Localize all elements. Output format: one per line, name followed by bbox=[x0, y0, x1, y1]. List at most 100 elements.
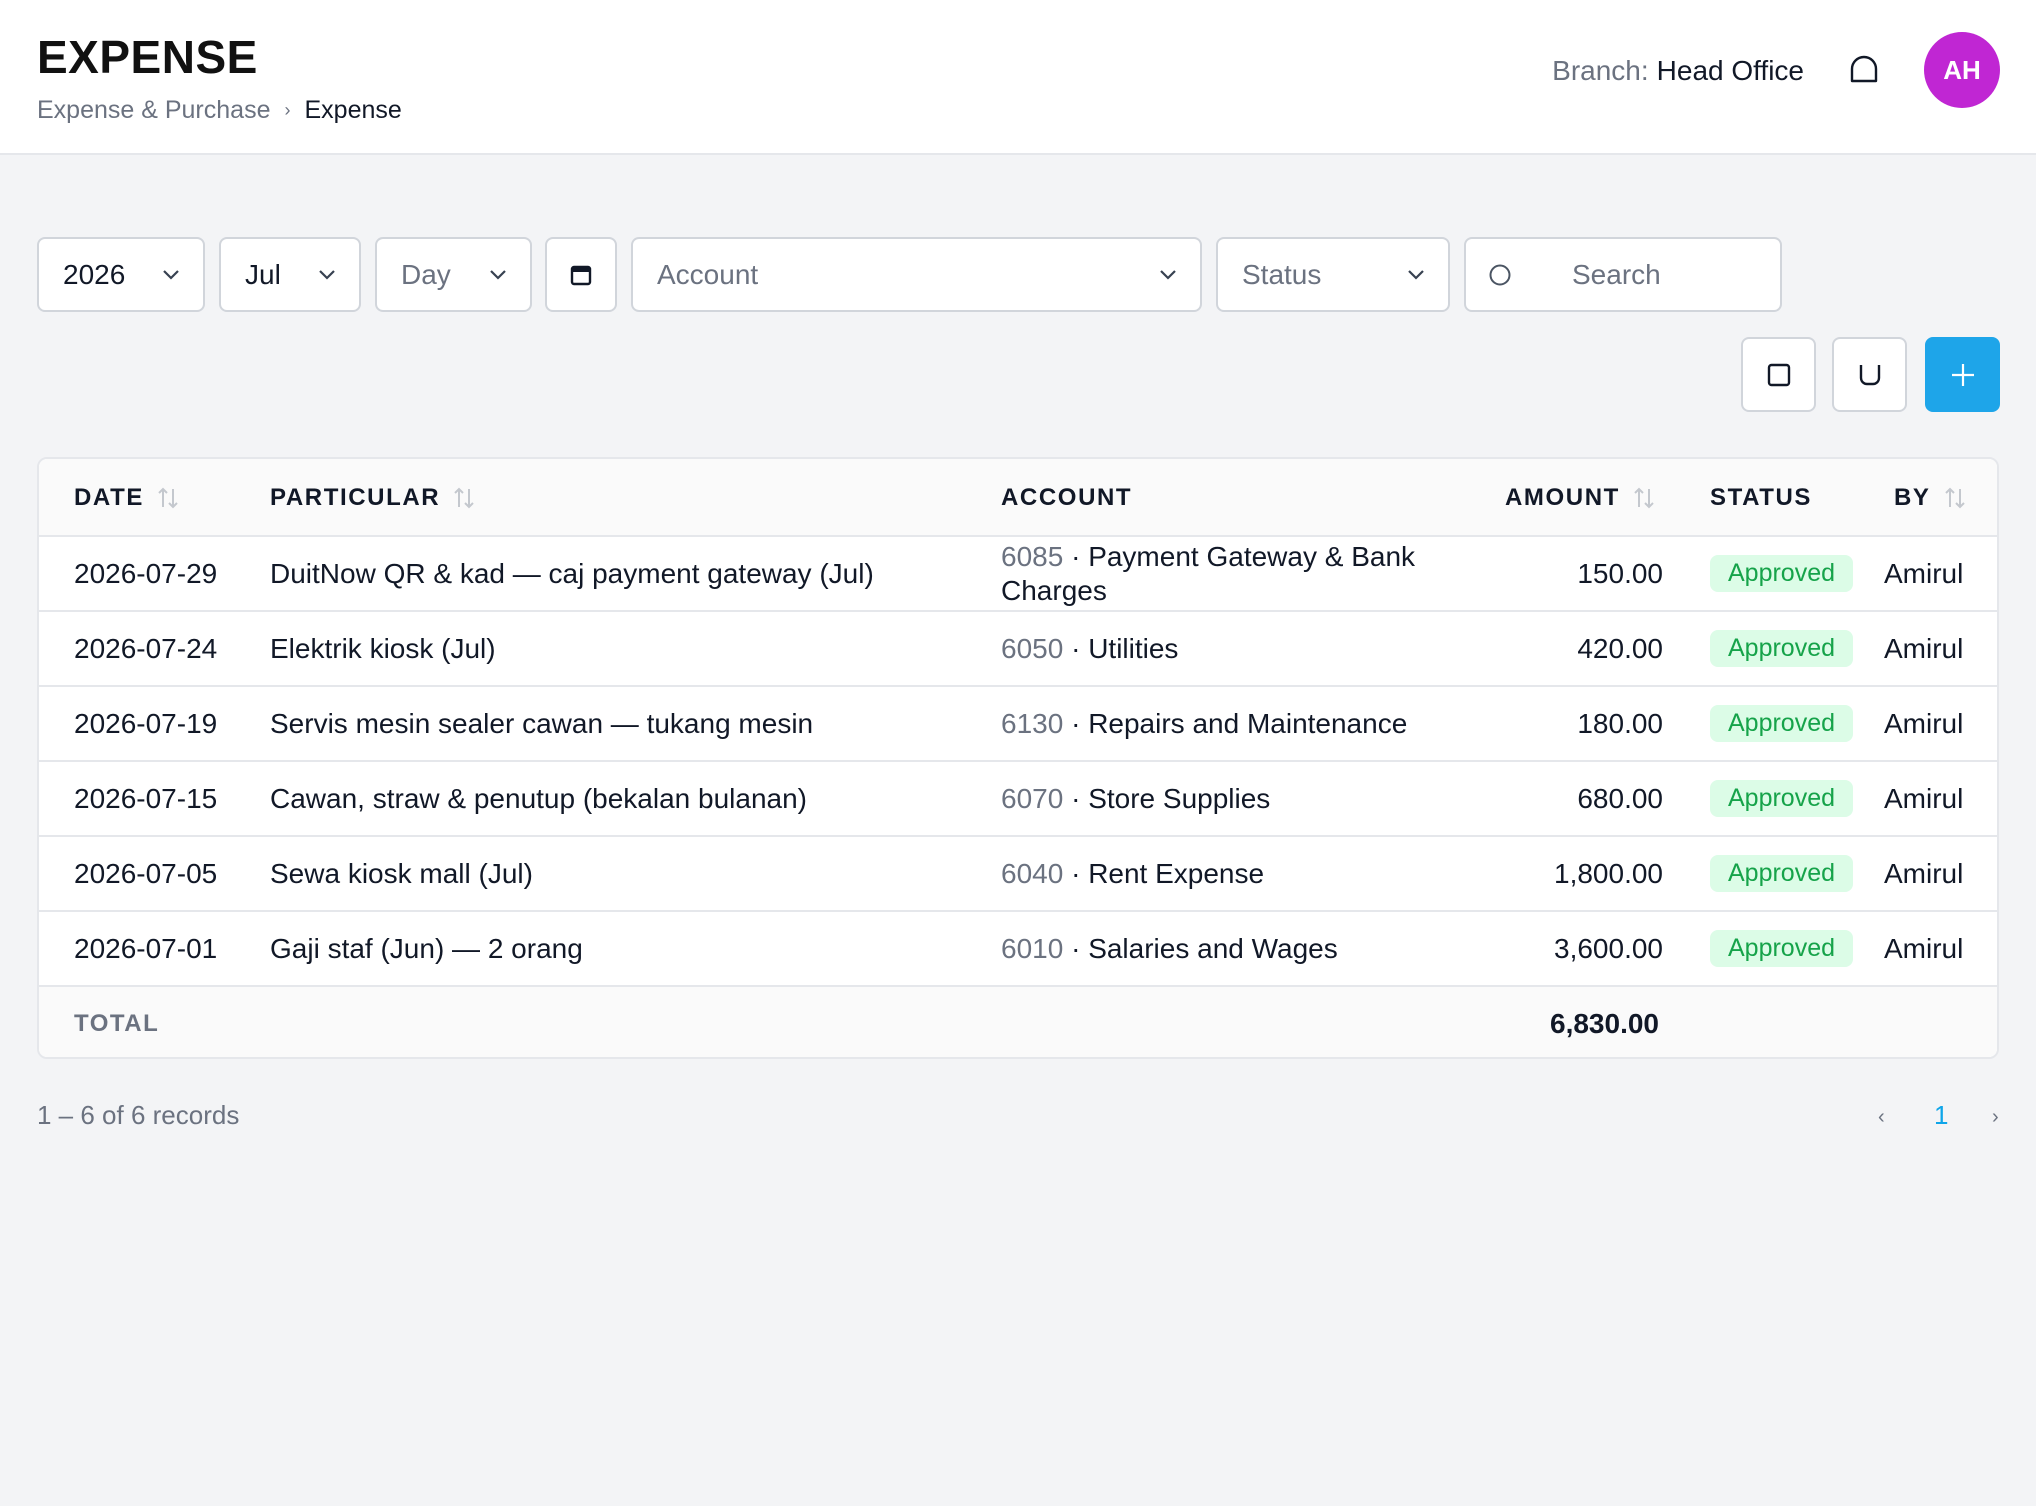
table-row[interactable]: 2026-07-01 Gaji staf (Jun) — 2 orang 601… bbox=[39, 912, 1997, 987]
cell-particular: Servis mesin sealer cawan — tukang mesin bbox=[270, 707, 814, 739]
column-particular[interactable]: PARTICULAR bbox=[270, 459, 476, 537]
cell-amount: 420.00 bbox=[1577, 632, 1663, 664]
sort-icon bbox=[158, 487, 178, 509]
column-date[interactable]: DATE bbox=[74, 459, 180, 537]
page-number-button[interactable]: 1 bbox=[1934, 1100, 1948, 1131]
cell-particular: Gaji staf (Jun) — 2 orang bbox=[270, 932, 583, 964]
chevron-down-icon bbox=[1408, 269, 1424, 280]
records-summary: 1 – 6 of 6 records bbox=[37, 1100, 240, 1130]
column-status-label: STATUS bbox=[1710, 484, 1813, 511]
search-placeholder: Search bbox=[1572, 258, 1661, 290]
search-input[interactable]: Search bbox=[1464, 237, 1782, 312]
status-badge: Approved bbox=[1710, 705, 1854, 742]
sort-icon bbox=[454, 487, 474, 509]
search-icon bbox=[1489, 264, 1511, 285]
column-amount-label: AMOUNT bbox=[1505, 484, 1620, 511]
account-select[interactable]: Account bbox=[631, 237, 1202, 312]
table-row[interactable]: 2026-07-24 Elektrik kiosk (Jul) 6050 · U… bbox=[39, 612, 1997, 687]
table-header: DATE PARTICULAR ACCOUNT AMOUNT STATUS BY bbox=[39, 459, 1997, 537]
column-account: ACCOUNT bbox=[1001, 459, 1132, 537]
cell-account: 6040 · Rent Expense bbox=[1001, 857, 1265, 889]
breadcrumb-current: Expense bbox=[304, 96, 402, 124]
cell-account: 6050 · Utilities bbox=[1001, 632, 1179, 664]
cell-account: 6010 · Salaries and Wages bbox=[1001, 932, 1338, 964]
account-name: Store Supplies bbox=[1088, 782, 1271, 814]
column-status: STATUS bbox=[1710, 459, 1812, 537]
column-account-label: ACCOUNT bbox=[1001, 484, 1133, 511]
table-row[interactable]: 2026-07-29 DuitNow QR & kad — caj paymen… bbox=[39, 537, 1997, 612]
day-placeholder: Day bbox=[401, 258, 451, 290]
cell-date: 2026-07-29 bbox=[74, 557, 218, 589]
status-badge: Approved bbox=[1710, 555, 1854, 592]
year-value: 2026 bbox=[63, 258, 126, 290]
cell-date: 2026-07-05 bbox=[74, 857, 218, 889]
cell-date: 2026-07-01 bbox=[74, 932, 218, 964]
cell-account: 6070 · Store Supplies bbox=[1001, 782, 1271, 814]
chevron-down-icon bbox=[319, 269, 335, 280]
column-by-label: BY bbox=[1894, 484, 1931, 511]
breadcrumb-separator-icon: › bbox=[284, 100, 291, 120]
table-footer: TOTAL 6,830.00 bbox=[39, 987, 1997, 1057]
account-name: Salaries and Wages bbox=[1088, 932, 1338, 964]
account-name: Rent Expense bbox=[1088, 857, 1265, 889]
account-code: 6010 bbox=[1001, 932, 1064, 964]
calendar-button[interactable] bbox=[545, 237, 617, 312]
branch-value: Head Office bbox=[1656, 55, 1804, 86]
branch-label: Branch: bbox=[1552, 55, 1649, 86]
cell-account: 6085 · Payment Gateway & Bank Charges bbox=[1001, 540, 1416, 606]
cell-by: Amirul bbox=[1884, 857, 1964, 889]
square-icon bbox=[1767, 363, 1790, 386]
prev-page-button[interactable]: ‹ bbox=[1878, 1106, 1885, 1129]
table-row[interactable]: 2026-07-15 Cawan, straw & penutup (bekal… bbox=[39, 762, 1997, 837]
cell-date: 2026-07-19 bbox=[74, 707, 218, 739]
cell-amount: 680.00 bbox=[1577, 782, 1663, 814]
table-row[interactable]: 2026-07-19 Servis mesin sealer cawan — t… bbox=[39, 687, 1997, 762]
cell-status: Approved bbox=[1710, 837, 1854, 910]
cell-by: Amirul bbox=[1884, 932, 1964, 964]
status-placeholder: Status bbox=[1242, 258, 1322, 290]
cell-date: 2026-07-15 bbox=[74, 782, 218, 814]
status-badge: Approved bbox=[1710, 855, 1854, 892]
column-particular-label: PARTICULAR bbox=[270, 484, 441, 511]
cell-by: Amirul bbox=[1884, 557, 1964, 589]
cell-amount: 3,600.00 bbox=[1554, 932, 1663, 964]
sort-icon bbox=[1944, 487, 1965, 509]
status-badge: Approved bbox=[1710, 930, 1854, 967]
account-name: Payment Gateway & Bank Charges bbox=[1001, 540, 1416, 606]
sort-icon bbox=[1634, 487, 1654, 509]
year-select[interactable]: 2026 bbox=[37, 237, 205, 312]
column-amount[interactable]: AMOUNT bbox=[1505, 459, 1656, 537]
month-select[interactable]: Jul bbox=[219, 237, 361, 312]
account-placeholder: Account bbox=[657, 258, 759, 290]
next-page-button[interactable]: › bbox=[1992, 1106, 1999, 1129]
chevron-down-icon bbox=[490, 269, 506, 280]
cell-status: Approved bbox=[1710, 762, 1854, 835]
cell-status: Approved bbox=[1710, 912, 1854, 985]
chevron-down-icon bbox=[163, 269, 179, 280]
cell-particular: DuitNow QR & kad — caj payment gateway (… bbox=[270, 557, 874, 589]
avatar[interactable]: AH bbox=[1924, 32, 2000, 108]
cell-particular: Elektrik kiosk (Jul) bbox=[270, 632, 496, 664]
bell-icon[interactable] bbox=[1846, 52, 1882, 88]
branch-selector[interactable]: Branch: Head Office bbox=[1552, 55, 1804, 87]
account-code: 6050 bbox=[1001, 632, 1064, 664]
cell-status: Approved bbox=[1710, 612, 1854, 685]
status-badge: Approved bbox=[1710, 780, 1854, 817]
column-by[interactable]: BY bbox=[1894, 459, 1967, 537]
import-button[interactable] bbox=[1832, 337, 1907, 412]
account-code: 6130 bbox=[1001, 707, 1064, 739]
breadcrumb-parent[interactable]: Expense & Purchase bbox=[37, 96, 270, 125]
day-select[interactable]: Day bbox=[375, 237, 532, 312]
total-value: 6,830.00 bbox=[1550, 1008, 1659, 1039]
expense-table: DATE PARTICULAR ACCOUNT AMOUNT STATUS BY… bbox=[37, 457, 1999, 1059]
table-row[interactable]: 2026-07-05 Sewa kiosk mall (Jul) 6040 · … bbox=[39, 837, 1997, 912]
cell-status: Approved bbox=[1710, 537, 1854, 610]
cell-amount: 180.00 bbox=[1577, 707, 1663, 739]
breadcrumb: Expense & Purchase › Expense bbox=[37, 96, 402, 125]
cell-account: 6130 · Repairs and Maintenance bbox=[1001, 707, 1408, 739]
export-button[interactable] bbox=[1741, 337, 1816, 412]
status-select[interactable]: Status bbox=[1216, 237, 1450, 312]
add-expense-button[interactable] bbox=[1925, 337, 2000, 412]
cell-amount: 150.00 bbox=[1577, 557, 1663, 589]
cell-by: Amirul bbox=[1884, 632, 1964, 664]
